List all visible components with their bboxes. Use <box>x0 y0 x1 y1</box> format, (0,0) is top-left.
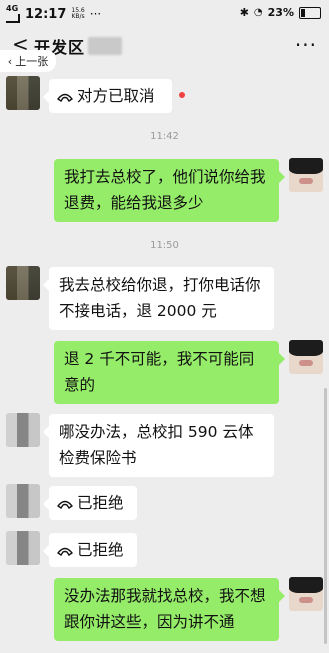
status-time: 12:17 <box>25 6 67 22</box>
message-bubble[interactable]: 对方已取消 <box>43 79 172 113</box>
contact-avatar[interactable] <box>6 484 40 518</box>
message-text: 我打去总校了，他们说你给我退费，能给我退多少 <box>64 168 266 212</box>
title-redaction <box>88 37 122 55</box>
scrollbar[interactable] <box>324 388 327 644</box>
timestamp: 11:42 <box>150 131 179 142</box>
battery-icon <box>299 6 321 19</box>
chevron-left-icon: ‹ <box>7 54 13 68</box>
signal-text: 4G <box>6 4 19 13</box>
signal-indicator: 4G <box>6 5 20 23</box>
message-bubble[interactable]: 已拒绝 <box>43 486 137 520</box>
status-bar: 4G 12:17 15.6 KB/s ··· ✱ ◔ 23% <box>0 0 329 28</box>
timestamp: 11:50 <box>150 240 179 251</box>
message-bubble[interactable]: 没办法那我就找总校，我不想跟你讲这些，因为讲不通 <box>54 578 285 641</box>
message-text: 没办法那我就找总校，我不想跟你讲这些，因为讲不通 <box>64 587 266 631</box>
status-left: 4G 12:17 15.6 KB/s ··· <box>6 5 101 23</box>
contact-avatar[interactable] <box>6 76 40 110</box>
signal-bars-icon <box>6 14 20 23</box>
bluetooth-icon: ✱ <box>239 6 249 19</box>
prev-page-label: 上一张 <box>15 55 49 68</box>
message-text: 退 2 千不可能，我不可能同意的 <box>64 350 255 394</box>
message-bubble[interactable]: 哪没办法，总校扣 590 云体检费保险书 <box>43 414 274 477</box>
status-more: ··· <box>89 7 102 21</box>
phone-hangup-icon <box>56 84 74 110</box>
message-bubble[interactable]: 退 2 千不可能，我不可能同意的 <box>54 341 285 404</box>
message-bubble[interactable]: 我去总校给你退，打你电话你不接电话，退 2000 元 <box>43 267 274 330</box>
contact-avatar[interactable] <box>6 266 40 300</box>
message-bubble[interactable]: 已拒绝 <box>43 533 137 567</box>
message-text: 已拒绝 <box>77 494 124 512</box>
contact-avatar[interactable] <box>6 531 40 565</box>
phone-hangup-icon <box>56 538 74 564</box>
unread-dot <box>179 92 185 98</box>
wifi-icon: ◔ <box>253 7 263 18</box>
my-avatar[interactable] <box>289 340 323 374</box>
net-speed: 15.6 KB/s <box>71 8 84 20</box>
my-avatar[interactable] <box>289 158 323 192</box>
prev-page-button[interactable]: ‹ 上一张 <box>0 50 56 72</box>
more-options-icon[interactable]: ··· <box>295 33 317 57</box>
net-speed-unit: KB/s <box>71 13 85 20</box>
battery-percent: 23% <box>267 6 294 19</box>
message-text: 我去总校给你退，打你电话你不接电话，退 2000 元 <box>59 276 261 320</box>
phone-hangup-icon <box>56 491 74 517</box>
contact-avatar[interactable] <box>6 413 40 447</box>
message-text: 哪没办法，总校扣 590 云体检费保险书 <box>59 423 254 467</box>
message-bubble[interactable]: 我打去总校了，他们说你给我退费，能给我退多少 <box>54 159 285 222</box>
my-avatar[interactable] <box>289 577 323 611</box>
message-text: 已拒绝 <box>77 541 124 559</box>
message-text: 对方已取消 <box>77 87 155 105</box>
status-right: ✱ ◔ 23% <box>240 6 321 19</box>
